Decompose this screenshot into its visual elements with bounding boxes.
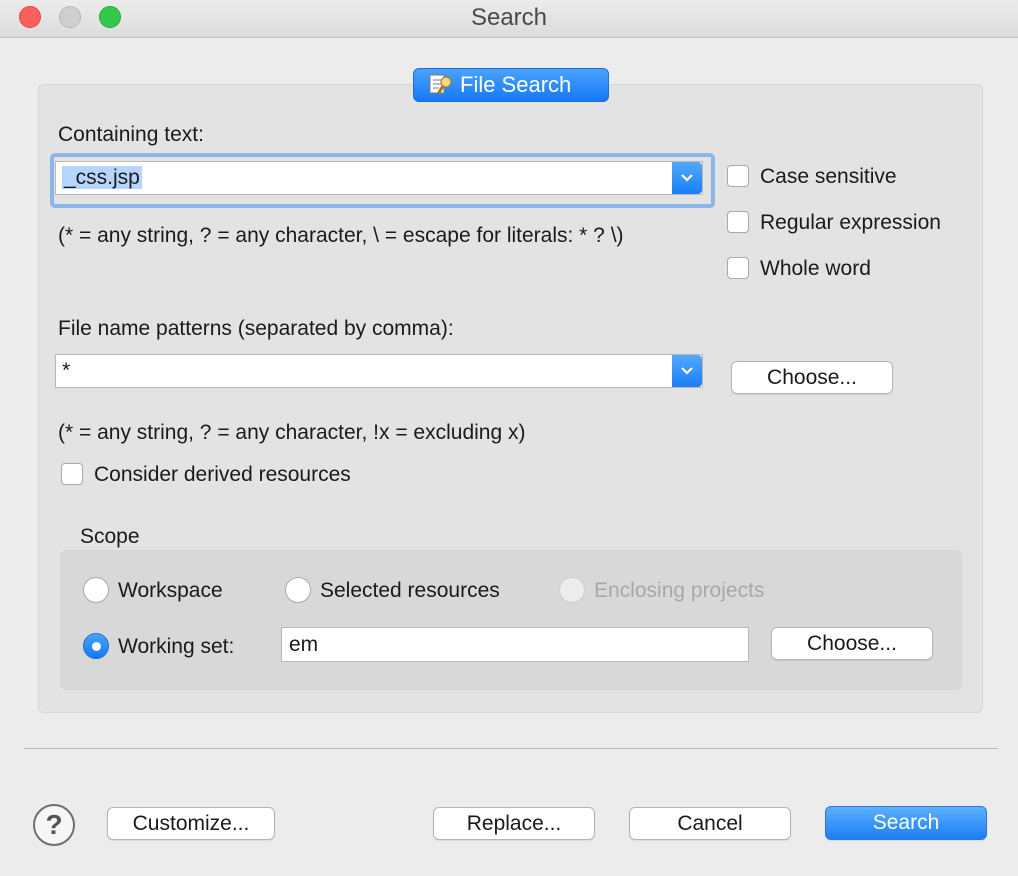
workspace-label[interactable]: Workspace bbox=[118, 579, 223, 603]
scope-group bbox=[60, 550, 962, 690]
enclosing-projects-label: Enclosing projects bbox=[594, 579, 765, 602]
file-patterns-choose-button[interactable]: Choose... bbox=[731, 361, 893, 394]
selected-resources-label[interactable]: Selected resources bbox=[320, 579, 500, 603]
whole-word-label[interactable]: Whole word bbox=[760, 257, 871, 281]
replace-button[interactable]: Replace... bbox=[433, 807, 595, 840]
file-patterns-hint: (* = any string, ? = any character, !x =… bbox=[58, 421, 526, 444]
working-set-radio[interactable] bbox=[83, 633, 109, 659]
containing-text-hint: (* = any string, ? = any character, \ = … bbox=[58, 224, 624, 247]
tab-file-search[interactable]: File Search bbox=[413, 68, 609, 102]
tab-label: File Search bbox=[460, 72, 572, 97]
file-patterns-label: File name patterns (separated by comma): bbox=[58, 317, 454, 340]
whole-word-checkbox[interactable] bbox=[727, 257, 749, 279]
search-button[interactable]: Search bbox=[825, 806, 987, 840]
footer-separator bbox=[24, 748, 998, 749]
regular-expression-label[interactable]: Regular expression bbox=[760, 211, 941, 235]
help-icon[interactable]: ? bbox=[33, 804, 75, 846]
working-set-field[interactable]: em bbox=[281, 627, 749, 662]
containing-text-combo[interactable]: _css.jsp bbox=[55, 161, 703, 195]
scope-title: Scope bbox=[80, 525, 140, 548]
selected-resources-radio[interactable] bbox=[285, 577, 311, 603]
file-patterns-combo[interactable]: * bbox=[55, 354, 703, 388]
cancel-button[interactable]: Cancel bbox=[629, 807, 791, 840]
case-sensitive-label[interactable]: Case sensitive bbox=[760, 165, 897, 189]
containing-text-label: Containing text: bbox=[58, 123, 204, 146]
file-search-icon bbox=[429, 74, 452, 95]
derived-resources-checkbox[interactable] bbox=[61, 463, 83, 485]
file-patterns-value[interactable]: * bbox=[56, 359, 672, 383]
workspace-radio[interactable] bbox=[83, 577, 109, 603]
window-title: Search bbox=[470, 4, 548, 31]
derived-resources-label[interactable]: Consider derived resources bbox=[94, 463, 351, 487]
enclosing-projects-radio bbox=[559, 577, 585, 603]
chevron-down-icon[interactable] bbox=[672, 355, 702, 387]
working-set-choose-button[interactable]: Choose... bbox=[771, 627, 933, 660]
chevron-down-icon[interactable] bbox=[672, 162, 702, 194]
customize-button[interactable]: Customize... bbox=[107, 807, 275, 840]
working-set-label[interactable]: Working set: bbox=[118, 635, 234, 659]
case-sensitive-checkbox[interactable] bbox=[727, 165, 749, 187]
containing-text-value[interactable]: _css.jsp bbox=[62, 166, 142, 189]
regular-expression-checkbox[interactable] bbox=[727, 211, 749, 233]
